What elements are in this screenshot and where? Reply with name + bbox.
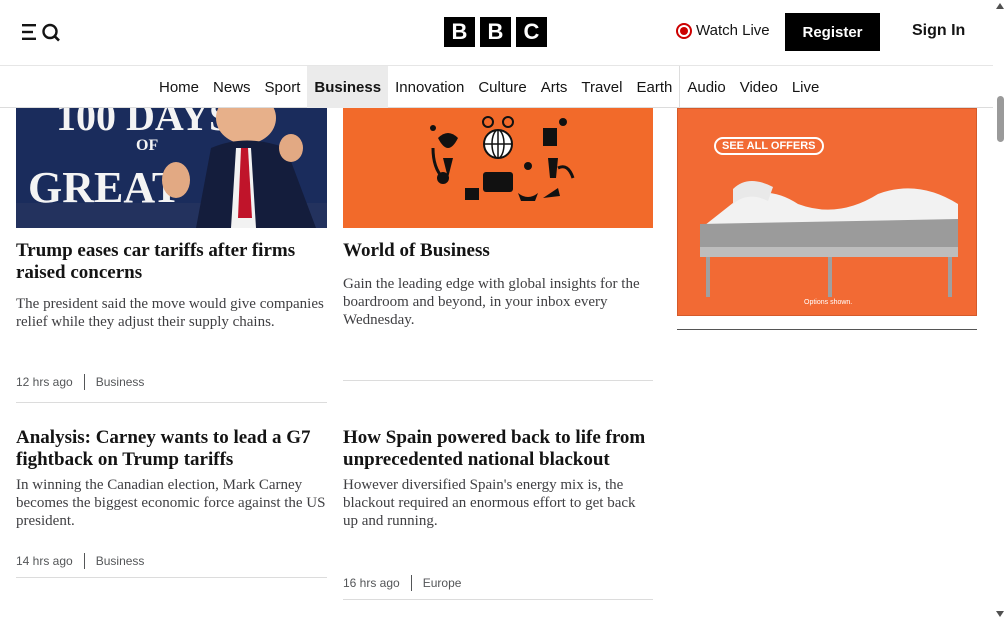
article-headline[interactable]: Trump eases car tariffs after firms rais…: [16, 240, 327, 284]
article-headline[interactable]: How Spain powered back to life from unpr…: [343, 427, 653, 471]
article-time: 14 hrs ago: [16, 554, 73, 568]
article-summary: Gain the leading edge with global insigh…: [343, 276, 640, 328]
image-text-great: GREAT: [28, 163, 181, 212]
divider-line: [16, 402, 327, 403]
trump-photo: 100 DAYS OF GREAT: [16, 108, 327, 228]
article-time: 12 hrs ago: [16, 375, 73, 389]
article-summary: In winning the Canadian election, Mark C…: [16, 477, 326, 529]
watch-live-link[interactable]: Watch Live: [676, 22, 770, 39]
article-summary: The president said the move would give c…: [16, 296, 324, 330]
top-header: B B C Watch Live Register Sign In: [0, 0, 993, 66]
scroll-thumb[interactable]: [997, 96, 1004, 142]
article-section-link[interactable]: Europe: [423, 576, 462, 590]
nav-item-arts[interactable]: Arts: [534, 66, 575, 108]
menu-search-icon: [22, 23, 60, 42]
article-time: 16 hrs ago: [343, 576, 400, 590]
nav-item-live[interactable]: Live: [785, 66, 827, 108]
business-icons-illustration: [343, 108, 653, 228]
meta-divider: [410, 575, 412, 591]
nav-item-culture[interactable]: Culture: [471, 66, 533, 108]
nav-item-news[interactable]: News: [206, 66, 258, 108]
sign-in-link[interactable]: Sign In: [912, 22, 965, 40]
scroll-down-icon[interactable]: [996, 611, 1004, 617]
meta-divider: [83, 374, 85, 390]
section-nav: Home News Sport Business Innovation Cult…: [0, 66, 993, 108]
nav-item-sport[interactable]: Sport: [258, 66, 308, 108]
nav-item-home[interactable]: Home: [152, 66, 206, 108]
live-icon: [676, 22, 692, 39]
nav-item-earth[interactable]: Earth: [629, 66, 679, 108]
article-section-link[interactable]: Business: [96, 375, 145, 389]
article-card[interactable]: How Spain powered back to life from unpr…: [343, 427, 653, 530]
register-button[interactable]: Register: [785, 13, 880, 51]
nav-item-audio[interactable]: Audio: [679, 66, 732, 108]
meta-divider: [83, 553, 85, 569]
nav-item-innovation[interactable]: Innovation: [388, 66, 471, 108]
article-section-link[interactable]: Business: [96, 554, 145, 568]
article-headline[interactable]: World of Business: [343, 240, 653, 262]
divider-line: [16, 577, 327, 578]
article-image-world-of-business[interactable]: [343, 108, 653, 228]
nav-item-video[interactable]: Video: [733, 66, 785, 108]
article-meta: 14 hrs ago Business: [16, 553, 144, 569]
article-meta: 12 hrs ago Business: [16, 374, 144, 390]
logo-letter: B: [480, 17, 511, 47]
image-text-days: 100 DAYS: [56, 108, 231, 139]
advert-divider: [677, 329, 977, 330]
article-meta: 16 hrs ago Europe: [343, 575, 461, 591]
article-image-trump[interactable]: 100 DAYS OF GREAT: [16, 108, 327, 228]
page-scrollbar[interactable]: [993, 0, 1008, 621]
bbc-logo[interactable]: B B C: [444, 17, 547, 47]
nav-item-business[interactable]: Business: [307, 66, 389, 108]
advert-small-print: Options shown.: [804, 299, 853, 306]
nav-item-travel[interactable]: Travel: [574, 66, 629, 108]
bed-illustration: [700, 180, 958, 297]
divider-line: [343, 380, 653, 381]
watch-live-label: Watch Live: [696, 22, 770, 39]
article-card[interactable]: Analysis: Carney wants to lead a G7 figh…: [16, 427, 327, 530]
advert-panel[interactable]: SEE ALL OFFERS Options shown.: [677, 108, 977, 316]
article-summary: However diversified Spain's energy mix i…: [343, 477, 636, 529]
divider-line: [343, 599, 653, 600]
logo-letter: B: [444, 17, 475, 47]
article-card[interactable]: Trump eases car tariffs after firms rais…: [16, 240, 327, 331]
article-headline[interactable]: Analysis: Carney wants to lead a G7 figh…: [16, 427, 327, 471]
image-text-of: OF: [136, 137, 158, 154]
article-card[interactable]: World of Business Gain the leading edge …: [343, 240, 653, 329]
menu-search-button[interactable]: [20, 20, 62, 44]
scroll-up-icon[interactable]: [996, 3, 1004, 9]
logo-letter: C: [516, 17, 547, 47]
